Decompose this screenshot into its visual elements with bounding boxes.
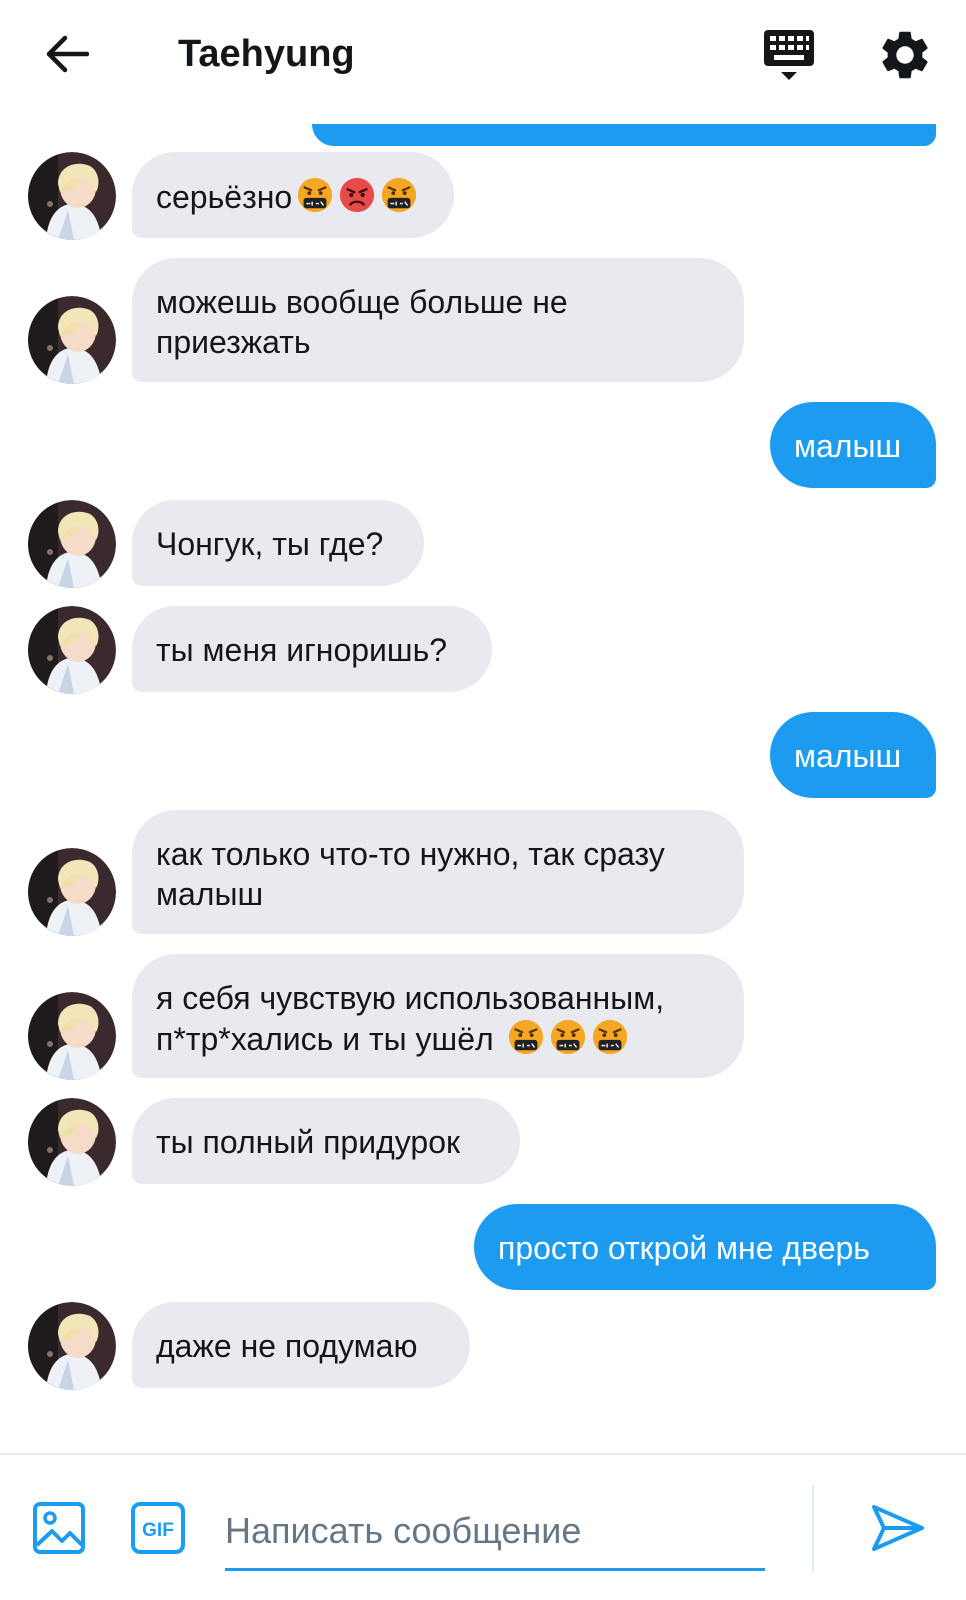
message-text: можешь вообще больше не приезжать bbox=[156, 284, 568, 360]
message-text: ты меня игноришь? bbox=[156, 632, 448, 668]
message-bubble[interactable]: серьёзно bbox=[132, 152, 454, 238]
message-bubble[interactable]: как только что-то нужно, так сразу малыш bbox=[132, 810, 744, 934]
conversation-title: Taehyung bbox=[178, 33, 355, 75]
image-icon bbox=[33, 1502, 85, 1554]
message-bubble[interactable]: просто открой мне дверь bbox=[474, 1204, 936, 1290]
message-input[interactable] bbox=[225, 1485, 765, 1571]
message-bubble[interactable]: ты меня игноришь? bbox=[132, 606, 492, 692]
message-bubble[interactable]: ты полный придурок bbox=[132, 1098, 520, 1184]
cursing-face-emoji-icon bbox=[592, 1019, 627, 1055]
message-bubble[interactable]: можешь вообще больше не приезжать bbox=[132, 258, 744, 382]
message-bubble[interactable]: малыш bbox=[770, 712, 936, 798]
keyboard-shortcuts-button[interactable] bbox=[760, 26, 822, 86]
message-bubble[interactable]: Чонгук, ты где? bbox=[132, 500, 424, 586]
message-bubble[interactable]: даже не подумаю bbox=[132, 1302, 470, 1388]
avatar[interactable] bbox=[28, 992, 116, 1080]
back-button[interactable] bbox=[40, 30, 94, 78]
chat-header: Taehyung bbox=[0, 0, 966, 108]
add-image-button[interactable] bbox=[32, 1501, 86, 1555]
gear-icon bbox=[882, 31, 928, 79]
cursing-face-emoji-icon bbox=[508, 1019, 543, 1055]
composer-divider bbox=[812, 1485, 814, 1573]
avatar[interactable] bbox=[28, 1098, 116, 1186]
avatar[interactable] bbox=[28, 1302, 116, 1390]
arrow-left-icon bbox=[46, 35, 89, 73]
angry-face-emoji-icon bbox=[340, 177, 375, 213]
send-button[interactable] bbox=[870, 1501, 926, 1555]
send-icon bbox=[872, 1505, 924, 1551]
keyboard-icon bbox=[764, 30, 814, 80]
outgoing-message-bubble-partial bbox=[312, 124, 936, 146]
add-gif-button[interactable]: GIF bbox=[130, 1501, 186, 1555]
message-text: Чонгук, ты где? bbox=[156, 526, 384, 562]
message-text: как только что-то нужно, так сразу малыш bbox=[156, 836, 665, 912]
gif-icon: GIF bbox=[131, 1502, 185, 1554]
avatar[interactable] bbox=[28, 606, 116, 694]
message-list[interactable]: серьёзно можешь вообще больше не приезжа… bbox=[0, 108, 966, 1453]
cursing-face-emoji-icon bbox=[550, 1019, 585, 1055]
message-text: серьёзно bbox=[156, 179, 293, 215]
avatar[interactable] bbox=[28, 500, 116, 588]
cursing-face-emoji-icon bbox=[298, 177, 333, 213]
cursing-face-emoji-icon bbox=[382, 177, 417, 213]
message-bubble[interactable]: малыш bbox=[770, 402, 936, 488]
message-text: малыш bbox=[794, 738, 902, 774]
avatar[interactable] bbox=[28, 296, 116, 384]
gif-label: GIF bbox=[142, 1520, 174, 1541]
message-text: малыш bbox=[794, 428, 902, 464]
message-text: даже не подумаю bbox=[156, 1328, 418, 1364]
message-text: ты полный придурок bbox=[156, 1124, 460, 1160]
settings-button[interactable] bbox=[876, 26, 934, 84]
avatar[interactable] bbox=[28, 848, 116, 936]
avatar[interactable] bbox=[28, 152, 116, 240]
message-composer: GIF bbox=[0, 1453, 966, 1600]
message-bubble[interactable]: я себя чувствую использованным, п*тр*хал… bbox=[132, 954, 744, 1078]
message-text: просто открой мне дверь bbox=[498, 1230, 870, 1266]
message-text: я себя чувствую использованным, п*тр*хал… bbox=[156, 980, 665, 1057]
